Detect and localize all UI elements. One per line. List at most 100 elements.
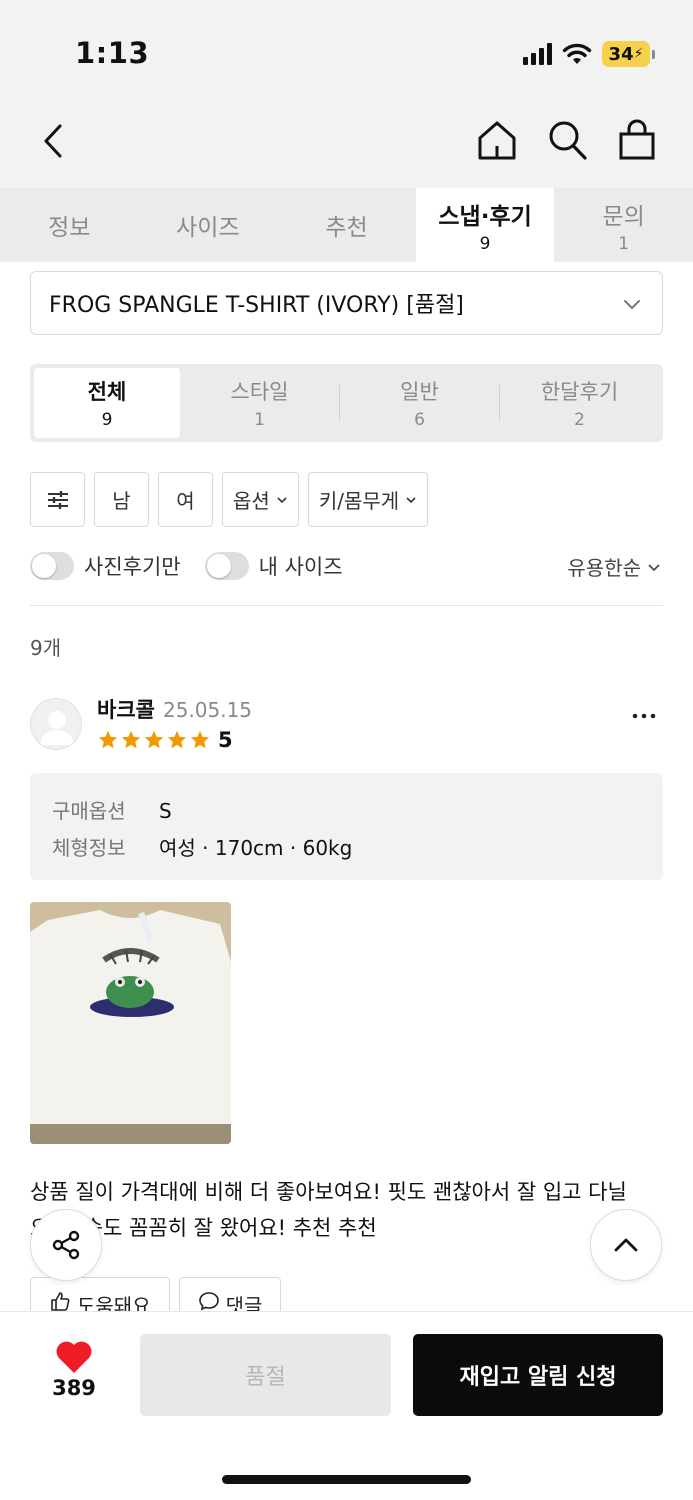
segment-count: 2	[574, 410, 585, 430]
bottom-action-bar: 389 품절 재입고 알림 신청	[0, 1311, 693, 1500]
wifi-icon	[562, 43, 592, 64]
filter-height-weight-dropdown[interactable]: 키/몸무게	[307, 472, 429, 527]
tab-label: 사이즈	[176, 215, 240, 241]
filter-male-button[interactable]: 남	[94, 472, 149, 527]
thumbs-up-icon	[51, 1292, 70, 1311]
sort-label: 유용한순	[567, 556, 641, 580]
chevron-down-icon	[277, 496, 287, 503]
tab-label: 문의	[602, 203, 645, 230]
tab-label: 추천	[325, 215, 368, 241]
result-count: 9개	[30, 636, 62, 660]
filter-settings-button[interactable]	[30, 472, 85, 527]
segment-label: 일반	[400, 380, 439, 404]
filter-female-button[interactable]: 여	[158, 472, 213, 527]
home-icon[interactable]	[475, 116, 519, 164]
toggle-label: 사진후기만	[84, 555, 181, 579]
search-icon[interactable]	[545, 116, 589, 164]
like-count: 389	[52, 1376, 96, 1400]
soldout-label: 품절	[245, 1365, 286, 1390]
sort-dropdown[interactable]: 유용한순	[567, 552, 661, 581]
chevron-down-icon	[406, 496, 416, 503]
segment-label: 전체	[87, 380, 127, 404]
info-value: 여성 · 170cm · 60kg	[159, 836, 353, 860]
filter-option-dropdown[interactable]: 옵션	[222, 472, 299, 527]
purchase-option-row: 구매옵션 S	[52, 793, 641, 830]
home-indicator	[222, 1475, 471, 1484]
reviewer-name[interactable]: 바크콜	[97, 694, 155, 724]
my-size-toggle[interactable]	[204, 552, 249, 580]
toggle-label: 내 사이즈	[258, 555, 343, 579]
segment-label: 한달후기	[540, 380, 619, 404]
status-icons: 34 ⚡	[523, 40, 655, 68]
avatar[interactable]	[30, 698, 82, 750]
review-photo[interactable]	[30, 902, 231, 1144]
segment-count: 1	[254, 410, 265, 430]
segment-label: 스타일	[230, 380, 289, 404]
reviewer-info: 바크콜 25.05.15	[97, 694, 252, 724]
top-area: 1:13 34 ⚡	[0, 0, 693, 188]
tab-snap-review[interactable]: 스냅·후기 9	[415, 188, 555, 262]
chevron-up-icon	[614, 1238, 638, 1252]
filter-label: 옵션	[233, 489, 270, 513]
star-icon	[98, 730, 118, 749]
restock-alert-button[interactable]: 재입고 알림 신청	[413, 1334, 663, 1416]
photo-only-toggle[interactable]	[30, 552, 74, 580]
header-actions	[475, 116, 659, 164]
product-select-value: FROG SPANGLE T-SHIRT (IVORY) [품절]	[49, 293, 464, 318]
tab-count: 1	[618, 233, 630, 254]
tab-label: 정보	[48, 215, 91, 241]
filter-chips: 남 여 옵션 키/몸무게	[30, 472, 429, 527]
comment-icon	[198, 1292, 219, 1311]
more-options-icon[interactable]	[631, 712, 657, 720]
segment-count: 9	[101, 410, 113, 430]
tab-label: 스냅·후기	[438, 203, 532, 230]
segment-all[interactable]: 전체 9	[34, 368, 180, 438]
info-key: 체형정보	[52, 836, 126, 860]
filter-label: 여	[176, 489, 195, 513]
battery-level: 34	[608, 43, 634, 65]
segment-style[interactable]: 스타일 1	[180, 368, 339, 438]
soldout-button: 품절	[140, 1334, 391, 1416]
shopping-bag-icon[interactable]	[615, 116, 659, 164]
divider	[30, 605, 663, 606]
user-icon	[40, 711, 74, 745]
rating-value: 5	[218, 728, 233, 752]
star-icon	[167, 730, 187, 749]
segment-month-review[interactable]: 한달후기 2	[500, 368, 659, 438]
scroll-to-top-button[interactable]	[590, 1209, 662, 1281]
star-icon	[121, 730, 141, 749]
chevron-down-icon	[648, 563, 660, 571]
chevron-down-icon	[624, 300, 640, 310]
product-tabs: 정보 사이즈 추천 스냅·후기 9 문의 1	[0, 188, 693, 262]
tab-inquiry[interactable]: 문의 1	[554, 188, 693, 262]
filter-label: 남	[112, 489, 131, 513]
star-icon	[190, 730, 210, 749]
signal-icon	[523, 43, 552, 65]
photo-only-toggle-group: 사진후기만	[30, 551, 181, 581]
info-value: S	[159, 799, 172, 823]
segment-general[interactable]: 일반 6	[340, 368, 499, 438]
tab-recommend[interactable]: 추천	[277, 188, 416, 262]
tab-count: 9	[479, 233, 491, 254]
review-toggles: 사진후기만 내 사이즈 유용한순	[30, 548, 663, 584]
share-button[interactable]	[30, 1209, 102, 1281]
status-time: 1:13	[75, 36, 150, 70]
share-icon	[52, 1230, 80, 1260]
restock-label: 재입고 알림 신청	[459, 1365, 617, 1390]
review-date: 25.05.15	[162, 698, 253, 722]
star-icon	[144, 730, 164, 749]
my-size-toggle-group: 내 사이즈	[204, 551, 343, 581]
like-button[interactable]: 389	[44, 1340, 104, 1400]
filter-label: 키/몸무게	[318, 489, 400, 513]
tab-size[interactable]: 사이즈	[139, 188, 278, 262]
back-arrow-icon[interactable]	[34, 118, 74, 164]
tab-info[interactable]: 정보	[0, 188, 139, 262]
heart-icon	[56, 1341, 92, 1373]
review-text: 상품 질이 가격대에 비해 더 좋아보여요! 핏도 괜찮아서 잘 입고 다닐 요…	[30, 1180, 627, 1240]
purchase-info-box: 구매옵션 S 체형정보 여성 · 170cm · 60kg	[30, 773, 663, 880]
product-option-select[interactable]: FROG SPANGLE T-SHIRT (IVORY) [품절]	[30, 271, 663, 335]
star-rating: 5	[97, 728, 233, 752]
battery-icon: 34 ⚡	[602, 41, 650, 67]
tshirt-photo	[30, 902, 231, 1144]
segment-count: 6	[414, 410, 425, 430]
